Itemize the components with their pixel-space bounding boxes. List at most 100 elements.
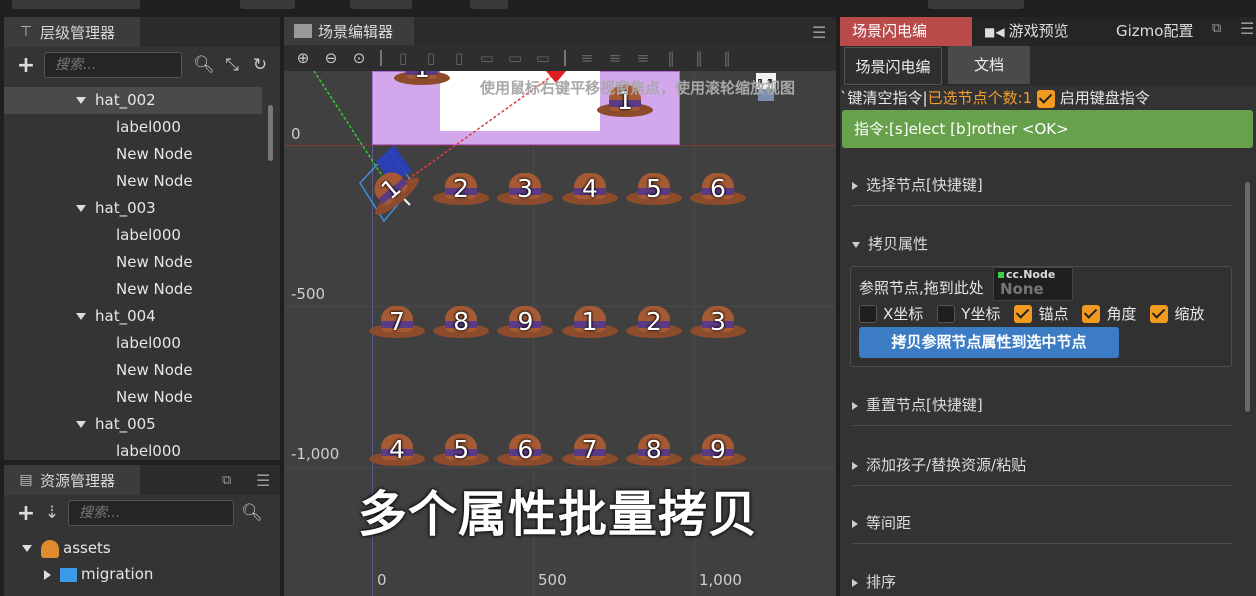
- check-x[interactable]: X坐标: [859, 303, 923, 324]
- collapse-arrow-icon[interactable]: [44, 569, 51, 580]
- subtab-docs[interactable]: 文档: [948, 46, 1030, 84]
- zoom-in-icon[interactable]: ⊕: [290, 49, 316, 67]
- align-left-icon[interactable]: ▯: [390, 49, 416, 67]
- distribute-left-icon[interactable]: ‖: [658, 49, 684, 67]
- hat-sprite[interactable]: 6: [690, 171, 746, 209]
- tree-node[interactable]: hat_003: [76, 195, 156, 222]
- hat-sprite[interactable]: 6: [497, 432, 554, 470]
- tree-node[interactable]: New Node: [116, 168, 193, 195]
- hat-sprite[interactable]: 1: [394, 71, 450, 89]
- scene-title: 场景编辑器: [318, 22, 394, 41]
- hat-sprite[interactable]: 9: [497, 304, 554, 342]
- tree-node[interactable]: label000: [116, 222, 181, 249]
- align-vcenter-icon[interactable]: ▭: [502, 49, 528, 67]
- panel-menu-icon[interactable]: ☰: [256, 471, 270, 490]
- hat-sprite[interactable]: 3: [690, 304, 746, 342]
- tree-node[interactable]: New Node: [116, 276, 193, 303]
- check-anchor[interactable]: 锚点: [1014, 303, 1068, 324]
- distribute-vcenter-icon[interactable]: ≡: [602, 49, 628, 67]
- hat-sprite[interactable]: 7: [561, 432, 618, 470]
- tab-game-preview[interactable]: ■◀ 游戏预览: [984, 17, 1069, 46]
- expand-arrow-icon[interactable]: [76, 421, 86, 428]
- section-equal-spacing[interactable]: 等间距: [852, 509, 1232, 544]
- hat-number-label: 2: [453, 174, 469, 203]
- tree-node[interactable]: New Node: [116, 357, 193, 384]
- tree-node[interactable]: label000: [116, 114, 181, 141]
- ref-node-field[interactable]: cc.Node None: [993, 267, 1073, 301]
- add-asset-icon[interactable]: +: [14, 501, 38, 526]
- asset-item-assets[interactable]: assets: [22, 535, 111, 562]
- sort-icon[interactable]: ⇣: [38, 503, 66, 523]
- hat-sprite[interactable]: 9: [690, 432, 746, 470]
- hat-sprite[interactable]: 2: [433, 171, 489, 209]
- hat-sprite[interactable]: 8: [433, 304, 490, 342]
- assets-title-tab[interactable]: ▤ 资源管理器: [4, 465, 140, 495]
- popout-icon[interactable]: ⧉: [222, 473, 231, 488]
- tree-node[interactable]: New Node: [116, 249, 193, 276]
- section-reset-node[interactable]: 重置节点[快捷键]: [852, 391, 1232, 426]
- scene-editor-tab[interactable]: 场景编辑器: [284, 17, 414, 45]
- camera-icon: ■◀: [984, 25, 1005, 39]
- hat-sprite[interactable]: 4: [562, 171, 618, 209]
- keyboard-command-checkbox[interactable]: [1036, 89, 1055, 108]
- hat-sprite[interactable]: 3: [497, 171, 553, 209]
- copy-props-button[interactable]: 拷贝参照节点属性到选中节点: [859, 327, 1119, 358]
- right-scrollbar[interactable]: [1245, 182, 1250, 412]
- search-icon[interactable]: 🔍︎: [190, 55, 218, 75]
- distribute-bottom-icon[interactable]: ≡: [630, 49, 656, 67]
- assets-search-input[interactable]: 搜索...: [68, 500, 234, 526]
- hat-sprite[interactable]: 8: [625, 432, 682, 470]
- expand-arrow-icon[interactable]: [76, 97, 86, 104]
- tab-gizmo-config[interactable]: Gizmo配置: [1116, 17, 1193, 46]
- tree-node-label: New Node: [116, 388, 193, 406]
- align-bottom-icon[interactable]: ▭: [530, 49, 556, 67]
- check-scale[interactable]: 缩放: [1150, 303, 1205, 324]
- scene-canvas[interactable]: 0 -500 -1,000 0 500 1,000 11 23456789123…: [284, 71, 836, 596]
- check-y[interactable]: Y坐标: [937, 303, 1000, 324]
- hat-sprite[interactable]: 7: [369, 304, 425, 342]
- check-angle[interactable]: 角度: [1082, 303, 1136, 324]
- zoom-reset-icon[interactable]: ⊙: [346, 49, 372, 67]
- tree-node[interactable]: label000: [116, 330, 181, 357]
- hierarchy-scrollbar[interactable]: [268, 105, 273, 161]
- section-add-child[interactable]: 添加孩子/替换资源/粘贴: [852, 451, 1232, 486]
- hierarchy-title-tab[interactable]: ⊤ 层级管理器: [4, 17, 140, 47]
- hat-sprite[interactable]: 4: [369, 432, 425, 470]
- section-sort[interactable]: 排序: [852, 568, 1232, 596]
- hat-sprite[interactable]: 1: [561, 304, 618, 342]
- panel-menu-icon[interactable]: ☰: [812, 23, 826, 42]
- tree-node[interactable]: hat_005: [76, 411, 156, 438]
- distribute-top-icon[interactable]: ≡: [574, 49, 600, 67]
- zoom-out-icon[interactable]: ⊖: [318, 49, 344, 67]
- search-icon[interactable]: 🔍︎: [238, 503, 266, 523]
- hat-sprite[interactable]: 2: [625, 304, 682, 342]
- align-hcenter-icon[interactable]: ▯: [418, 49, 444, 67]
- hat-sprite[interactable]: 5: [433, 432, 490, 470]
- refresh-icon[interactable]: ↻: [246, 55, 274, 75]
- tree-node[interactable]: hat_004: [76, 303, 156, 330]
- expand-arrow-icon[interactable]: [76, 313, 86, 320]
- distribute-hcenter-icon[interactable]: ‖: [686, 49, 712, 67]
- tree-node[interactable]: New Node: [116, 384, 193, 411]
- add-node-icon[interactable]: +: [14, 53, 38, 78]
- popout-icon[interactable]: ⧉: [1212, 21, 1221, 36]
- expand-arrow-icon[interactable]: [76, 205, 86, 212]
- hat-number-label: 4: [582, 174, 598, 203]
- tree-node[interactable]: hat_002: [4, 87, 262, 114]
- panel-menu-icon[interactable]: ☰: [1240, 19, 1254, 38]
- align-right-icon[interactable]: ▯: [446, 49, 472, 67]
- align-top-icon[interactable]: ▭: [474, 49, 500, 67]
- expand-arrow-icon[interactable]: [22, 545, 32, 552]
- distribute-right-icon[interactable]: ‖: [714, 49, 740, 67]
- tree-node[interactable]: New Node: [116, 141, 193, 168]
- section-copy-props[interactable]: 拷贝属性: [852, 230, 1232, 258]
- hierarchy-search-input[interactable]: 搜索...: [44, 52, 182, 78]
- section-select-node[interactable]: 选择节点[快捷键]: [852, 171, 1232, 206]
- tree-node[interactable]: label000: [116, 438, 181, 465]
- asset-item-migration[interactable]: migration: [44, 561, 153, 588]
- hat-sprite[interactable]: 5: [626, 171, 682, 209]
- tab-scene-lightning[interactable]: 场景闪电编: [840, 17, 972, 46]
- subtab-scene-lightning[interactable]: 场景闪电编: [844, 47, 942, 85]
- image-icon: [294, 24, 312, 38]
- collapse-icon[interactable]: ⤡: [218, 55, 246, 75]
